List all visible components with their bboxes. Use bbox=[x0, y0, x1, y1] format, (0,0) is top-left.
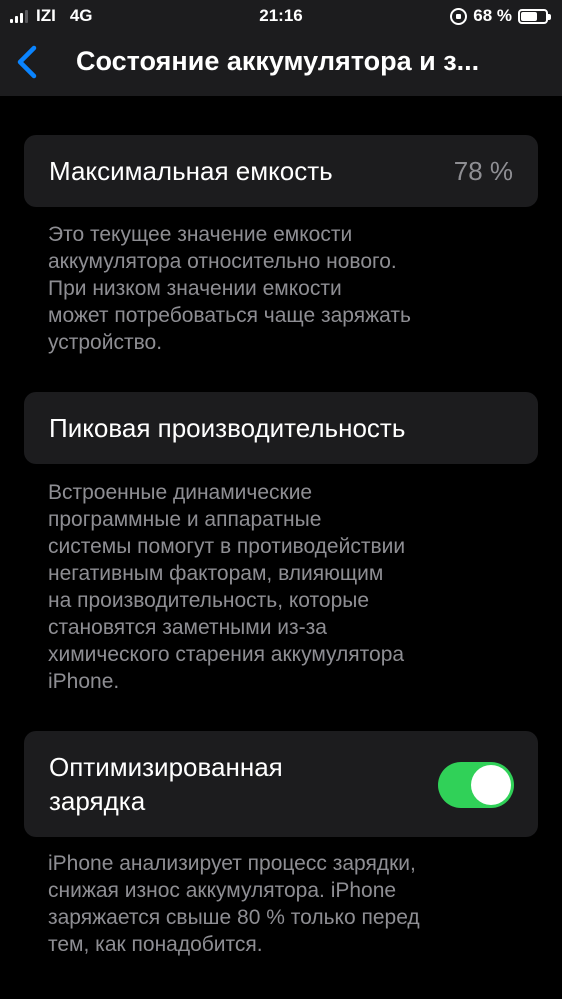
max-capacity-label: Максимальная емкость bbox=[49, 156, 333, 186]
peak-performance-label: Пиковая производительность bbox=[49, 413, 406, 443]
peak-performance-row: Пиковая производительность bbox=[24, 392, 538, 464]
status-right: 68 % bbox=[450, 6, 551, 26]
max-capacity-row: Максимальная емкость 78 % bbox=[24, 135, 538, 207]
max-capacity-value: 78 % bbox=[453, 156, 513, 186]
status-bar: IZI 4G 21:16 68 % bbox=[0, 0, 562, 30]
rotation-lock-icon bbox=[450, 7, 468, 25]
max-capacity-footnote: Это текущее значение емкости аккумулятор… bbox=[48, 223, 411, 354]
toggle-knob bbox=[471, 765, 511, 805]
peak-performance-footnote: Встроенные динамические программные и ап… bbox=[48, 481, 406, 693]
navigation-bar: Состояние аккумулятора и з... bbox=[0, 30, 562, 96]
optimized-charging-row: Оптимизированная зарядка bbox=[24, 731, 538, 837]
optimized-charging-toggle[interactable] bbox=[438, 762, 514, 808]
battery-fill bbox=[521, 11, 538, 21]
optimized-charging-footnote: iPhone анализирует процесс зарядки, сниж… bbox=[48, 852, 420, 956]
chevron-left-icon[interactable] bbox=[14, 44, 42, 80]
battery-percent: 68 % bbox=[473, 6, 512, 25]
optimized-charging-label: Оптимизированная зарядка bbox=[49, 752, 283, 816]
page-title: Состояние аккумулятора и з... bbox=[76, 46, 480, 76]
battery-icon bbox=[518, 8, 551, 24]
